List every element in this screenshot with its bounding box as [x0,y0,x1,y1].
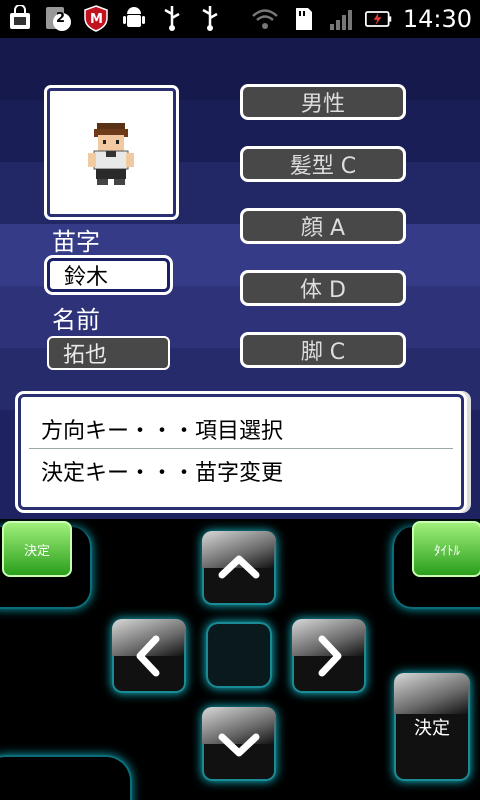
message-line-2: 決定キー・・・苗字変更 [41,461,284,486]
dpad-down-button[interactable] [202,707,276,781]
chevron-up-icon [218,555,260,579]
body-option[interactable]: 体 D [240,270,406,306]
virtual-controller: 決定 ﾀｲﾄﾙ 決定 [0,519,480,800]
dpad-center [206,622,272,688]
face-option[interactable]: 顔 A [240,208,406,244]
decide-small-button[interactable]: 決定 [2,521,72,577]
status-bar: 2 M 14:30 [0,0,480,38]
hairstyle-option[interactable]: 髪型 C [240,146,406,182]
battery-charging-icon [364,5,393,33]
left-bottom-frame [0,755,132,800]
sd-card-icon [289,5,317,33]
usb-icon [158,4,186,32]
mcafee-icon: M [82,4,110,32]
android-icon [120,4,148,32]
character-portrait [47,88,176,217]
title-button[interactable]: ﾀｲﾄﾙ [412,521,480,577]
gender-option[interactable]: 男性 [240,84,406,120]
surname-label: 苗字 [52,228,100,256]
svg-text:M: M [90,12,103,27]
dpad-right-button[interactable] [292,619,366,693]
character-sprite-icon [88,123,134,185]
message-window: 方向キー・・・項目選択 決定キー・・・苗字変更 [18,394,464,510]
decide-button-label: 決定 [414,718,450,739]
dpad-up-button[interactable] [202,531,276,605]
surname-field[interactable]: 鈴木 [47,258,170,292]
legs-option[interactable]: 脚 C [240,332,406,368]
notification-count-icon: 2 [44,4,72,32]
signal-icon [327,5,355,33]
given-name-label: 名前 [52,306,100,334]
game-screen: 苗字 鈴木 名前 拓也 男性 髪型 C 顔 A 体 D 脚 C 方向キー・・・項… [0,38,480,519]
message-line-1: 方向キー・・・項目選択 [41,419,284,444]
shopping-bag-icon [6,4,34,32]
usb-icon [196,4,224,32]
given-name-field[interactable]: 拓也 [47,336,170,370]
chevron-right-icon [318,635,342,677]
chevron-down-icon [218,733,260,757]
status-time: 14:30 [402,5,472,33]
message-divider [29,448,453,449]
dpad-left-button[interactable] [112,619,186,693]
wifi-icon [251,5,279,33]
chevron-left-icon [136,635,160,677]
decide-button[interactable]: 決定 [394,673,470,781]
